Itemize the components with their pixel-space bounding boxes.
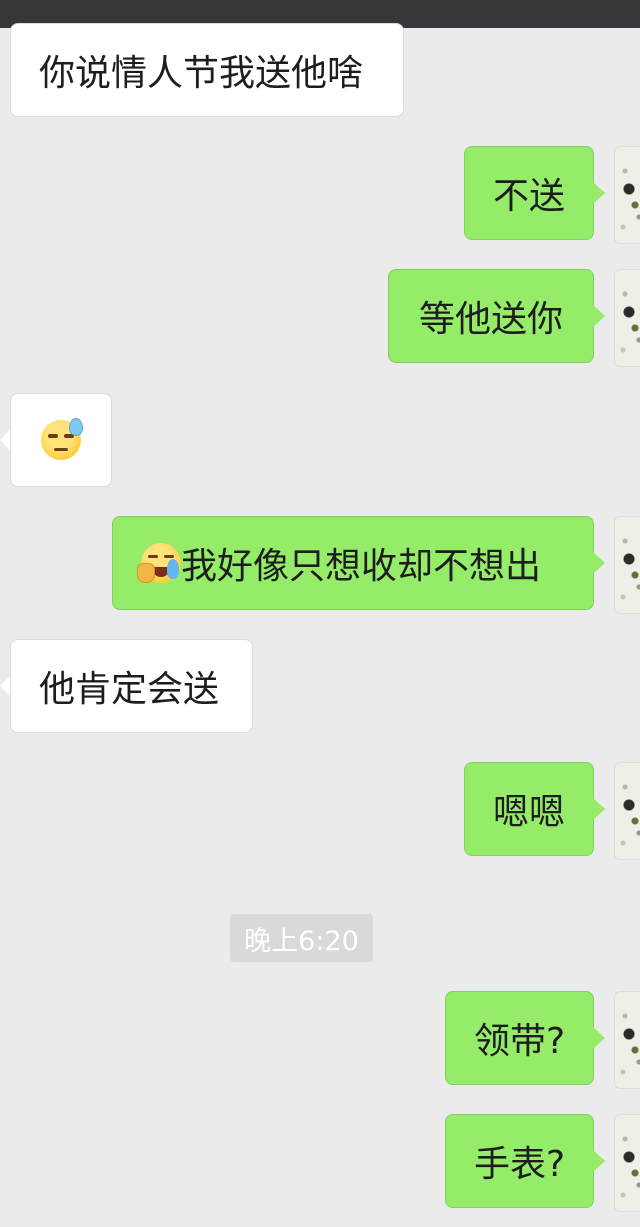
message-text: 你说情人节我送他啥 xyxy=(39,53,364,94)
message-bubble[interactable]: 手表? xyxy=(445,1114,594,1208)
message-outgoing: 不送 xyxy=(0,146,640,244)
bubble-tail xyxy=(593,1027,605,1049)
message-outgoing: 等他送你 xyxy=(0,269,640,367)
message-bubble[interactable] xyxy=(10,393,112,487)
message-bubble[interactable]: 等他送你 xyxy=(388,269,594,363)
avatar[interactable] xyxy=(614,991,640,1089)
message-text: 嗯嗯 xyxy=(492,792,565,833)
message-bubble[interactable]: 领带? xyxy=(445,991,594,1085)
sweat-face-icon xyxy=(41,418,83,460)
avatar[interactable] xyxy=(614,269,640,367)
message-text: 领带? xyxy=(473,1021,566,1062)
message-text: 手表? xyxy=(473,1144,566,1185)
crying-face-icon xyxy=(137,543,181,583)
avatar[interactable] xyxy=(614,1114,640,1212)
message-text: 他肯定会送 xyxy=(39,669,220,710)
avatar[interactable] xyxy=(614,762,640,860)
message-outgoing: 手表? xyxy=(0,1114,640,1212)
message-text: 我好像只想收却不想出 xyxy=(181,546,542,587)
bubble-tail xyxy=(593,798,605,820)
avatar[interactable] xyxy=(614,516,640,614)
message-bubble[interactable]: 他肯定会送 xyxy=(10,639,253,733)
bubble-tail xyxy=(593,552,605,574)
bubble-tail xyxy=(593,182,605,204)
message-incoming: 他肯定会送 xyxy=(0,639,260,733)
avatar[interactable] xyxy=(614,146,640,244)
message-outgoing: 领带? xyxy=(0,991,640,1089)
message-bubble[interactable]: 嗯嗯 xyxy=(464,762,594,856)
message-incoming xyxy=(0,393,120,487)
message-bubble[interactable]: 我好像只想收却不想出 xyxy=(112,516,594,610)
message-bubble[interactable]: 你说情人节我送他啥 xyxy=(10,23,404,117)
message-outgoing: 我好像只想收却不想出 xyxy=(0,516,640,614)
message-bubble[interactable]: 不送 xyxy=(464,146,594,240)
message-text: 等他送你 xyxy=(418,299,563,340)
message-incoming: 你说情人节我送他啥 xyxy=(0,23,420,117)
bubble-tail xyxy=(593,305,605,327)
message-outgoing: 嗯嗯 xyxy=(0,762,640,860)
timestamp-label: 晚上6:20 xyxy=(230,914,373,962)
bubble-tail xyxy=(593,1150,605,1172)
message-text: 不送 xyxy=(492,176,565,217)
